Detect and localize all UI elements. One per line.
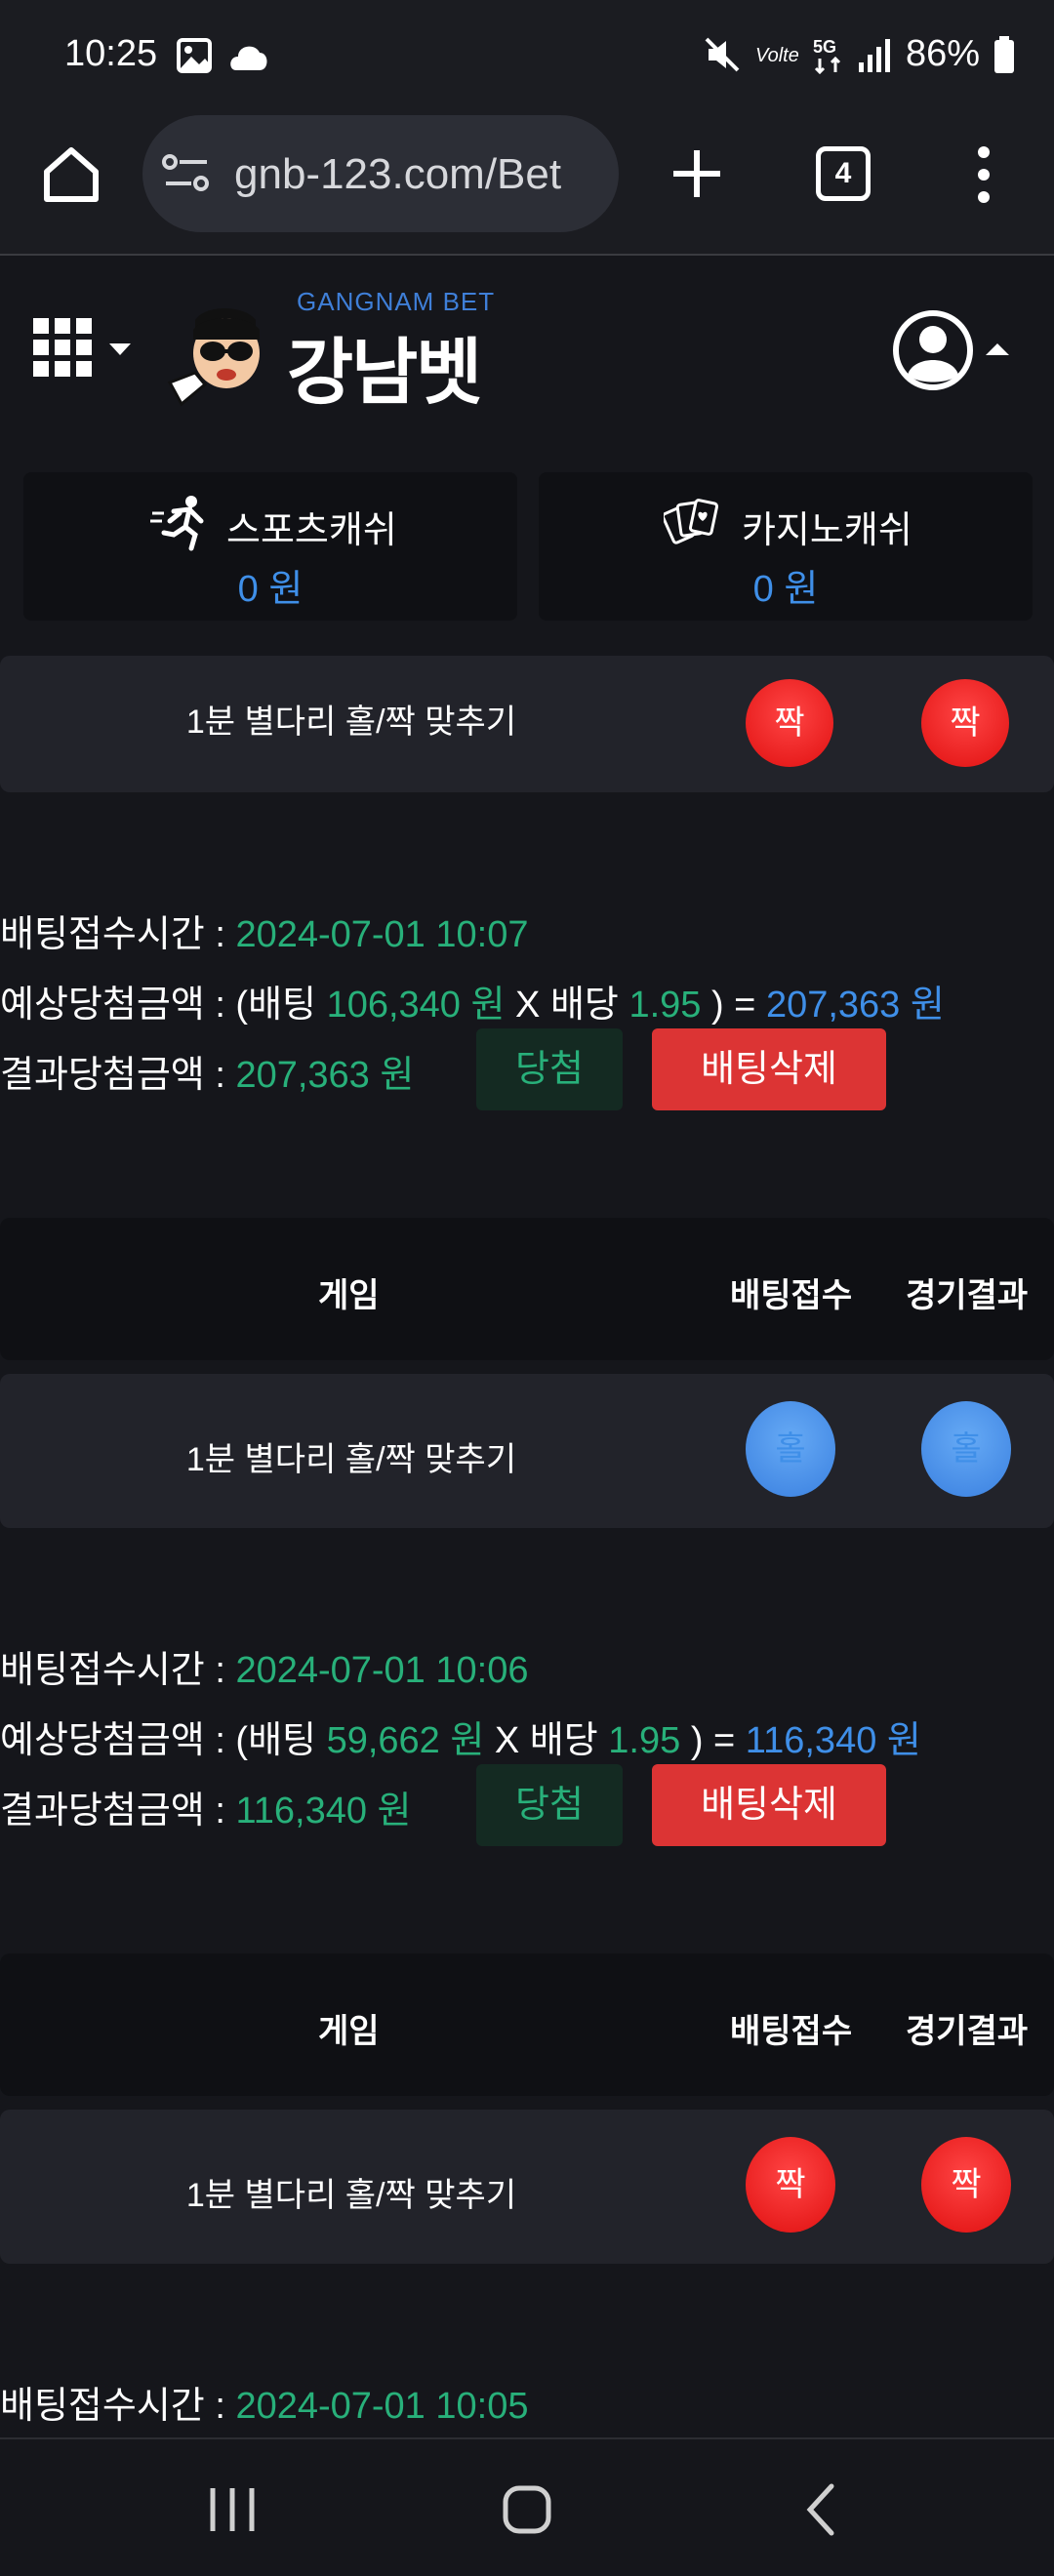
logo-title: 강남벳 [287, 332, 482, 413]
odds-value: 1.95 [628, 985, 702, 1026]
user-account-icon[interactable] [892, 306, 1019, 394]
site-settings-icon[interactable] [162, 152, 211, 195]
status-time: 10:25 [64, 33, 158, 74]
recent-apps-icon[interactable] [193, 2478, 271, 2541]
battery-percent: 86% [905, 33, 980, 74]
home-nav-icon[interactable] [488, 2478, 566, 2541]
volte-icon: Volte [755, 45, 798, 66]
bet-pick-badge: 홀 [746, 1401, 835, 1497]
bet-pick-badge: 짝 [746, 679, 833, 767]
mascot-icon [167, 308, 260, 407]
sports-cash-card[interactable]: 스포츠캐쉬 0 원 [23, 472, 517, 621]
win-status-badge: 당첨 [476, 1764, 623, 1846]
url-text[interactable]: gnb-123.com/Bet [234, 150, 605, 199]
bet-time-line: 배팅접수시간 : 2024-07-01 10:06 [0, 1650, 529, 1691]
status-notification-icons [176, 37, 271, 74]
logo-subtitle: GANGNAM BET [297, 287, 496, 316]
bet-game-row: 1분 별다리 홀/짝 맞추기 홀 홀 [0, 1374, 1054, 1528]
playing-cards-icon [664, 499, 719, 544]
battery-icon [994, 35, 1014, 73]
game-result-badge: 홀 [921, 1401, 1011, 1497]
result-amount-line: 결과당첨금액 : 207,363 원 [0, 1055, 415, 1096]
status-system-icons: Volte 5G 86% [703, 33, 1015, 75]
gallery-icon [177, 38, 212, 73]
result-amount: 116,340 원 [235, 1791, 412, 1831]
signal-icon [858, 38, 890, 72]
stake-amount: 59,662 [326, 1720, 440, 1761]
casino-cash-label: 카지노캐쉬 [742, 510, 912, 551]
game-name: 1분 별다리 홀/짝 맞추기 [185, 1441, 517, 1478]
cloud-sync-icon [230, 46, 267, 70]
delete-bet-button[interactable]: 배팅삭제 [652, 1764, 886, 1846]
sports-cash-label: 스포츠캐쉬 [226, 510, 397, 551]
back-icon[interactable] [783, 2478, 861, 2541]
status-bar: 10:25 Volte 5G 86% [0, 0, 1054, 115]
casino-cash-card[interactable]: 카지노캐쉬 0 원 [539, 472, 1033, 621]
new-tab-icon[interactable] [668, 144, 726, 203]
bet-time-line: 배팅접수시간 : 2024-07-01 10:07 [0, 914, 529, 955]
mute-icon [705, 37, 740, 71]
result-amount-line: 결과당첨금액 : 116,340 원 [0, 1791, 412, 1831]
svg-text:Volte: Volte [755, 45, 798, 66]
game-result-badge: 짝 [921, 679, 1009, 767]
header-bet: 배팅접수 [730, 1277, 853, 1314]
odds-value: 1.95 [608, 1720, 681, 1761]
result-amount: 207,363 원 [235, 1055, 415, 1096]
url-bar[interactable]: gnb-123.com/Bet [142, 115, 619, 232]
expected-amount: 207,363 원 [765, 985, 945, 1026]
site-logo[interactable]: GANGNAM BET 강남벳 [166, 287, 537, 413]
system-nav-bar [0, 2437, 1054, 2576]
browser-toolbar: gnb-123.com/Bet 4 [0, 115, 1054, 256]
header-game: 게임 [318, 2013, 380, 2050]
header-game: 게임 [318, 1277, 380, 1314]
more-options-icon[interactable] [964, 142, 1003, 207]
bet-time: 2024-07-01 10:05 [235, 2386, 529, 2427]
svg-text:5G: 5G [813, 37, 836, 57]
header-result: 경기결과 [906, 2013, 1029, 2050]
site-header: GANGNAM BET 강남벳 [0, 258, 1054, 423]
expected-win-line: 예상당첨금액 : (배팅 106,340 원 X 배당 1.95 ) = 207… [0, 985, 945, 1026]
bet-time: 2024-07-01 10:07 [235, 914, 529, 955]
header-bet: 배팅접수 [730, 2013, 853, 2050]
stake-amount: 106,340 [326, 985, 461, 1026]
home-icon[interactable] [39, 142, 103, 207]
game-name: 1분 별다리 홀/짝 맞추기 [185, 704, 517, 741]
win-status-badge: 당첨 [476, 1028, 623, 1110]
grid-menu-icon[interactable] [33, 318, 141, 381]
expected-amount: 116,340 원 [745, 1720, 921, 1761]
game-result-badge: 짝 [921, 2137, 1011, 2233]
bet-table-header: 게임 배팅접수 경기결과 [0, 1218, 1054, 1360]
expected-win-line: 예상당첨금액 : (배팅 59,662 원 X 배당 1.95 ) = 116,… [0, 1720, 921, 1761]
tab-switcher-button[interactable]: 4 [816, 146, 871, 201]
running-icon [150, 496, 204, 551]
sports-cash-value: 0 원 [237, 569, 304, 610]
bet-table-header: 게임 배팅접수 경기결과 [0, 1953, 1054, 2096]
header-result: 경기결과 [906, 1277, 1029, 1314]
bet-time-line: 배팅접수시간 : 2024-07-01 10:05 [0, 2386, 529, 2427]
delete-bet-button[interactable]: 배팅삭제 [652, 1028, 886, 1110]
5g-icon: 5G [813, 37, 840, 74]
bet-time: 2024-07-01 10:06 [235, 1650, 529, 1691]
bet-game-row: 1분 별다리 홀/짝 맞추기 짝 짝 [0, 656, 1054, 792]
bet-pick-badge: 짝 [746, 2137, 835, 2233]
casino-cash-value: 0 원 [752, 569, 819, 610]
game-name: 1분 별다리 홀/짝 맞추기 [185, 2177, 517, 2214]
bet-game-row: 1분 별다리 홀/짝 맞추기 짝 짝 [0, 2110, 1054, 2264]
